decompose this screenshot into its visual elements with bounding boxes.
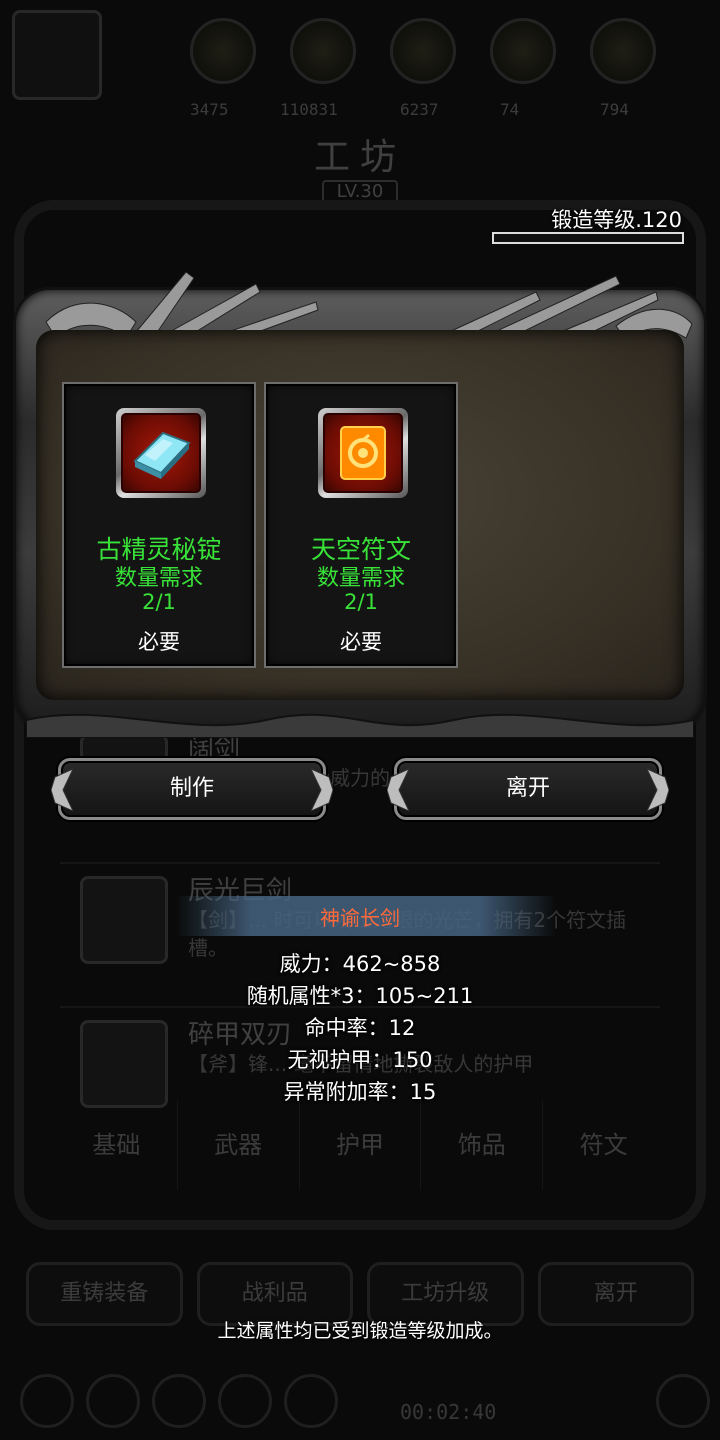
quantity-count: 2/1 [344, 590, 378, 614]
stat-line: 威力：462~858 [279, 952, 441, 976]
forge-level-fill [494, 234, 682, 242]
crafting-panel: 古精灵秘锭 数量需求 2/1 必要 天空符文 数量需求 2/1 必要 [16, 271, 704, 738]
category-tabs: 基础 武器 护甲 饰品 符文 [56, 1100, 664, 1190]
required-label: 必要 [138, 630, 180, 654]
menu-icon [284, 1374, 338, 1428]
resource-value: 794 [600, 100, 629, 119]
resource-value: 110831 [280, 100, 338, 119]
material-card[interactable]: 天空符文 数量需求 2/1 必要 [264, 382, 458, 668]
stat-line: 异常附加率：15 [283, 1080, 437, 1104]
rune-icon [323, 413, 403, 493]
resource-icon [390, 18, 456, 84]
item-name: 神谕长剑 [320, 906, 400, 930]
button-ornament [311, 768, 333, 812]
menu-icon [86, 1374, 140, 1428]
timer: 00:02:40 [400, 1400, 497, 1424]
resource-value: 6237 [400, 100, 439, 119]
craft-button[interactable]: 制作 [51, 758, 333, 820]
menu-icon [152, 1374, 206, 1428]
quantity-count: 2/1 [142, 590, 176, 614]
bottom-bar [0, 1360, 720, 1440]
menu-icon [218, 1374, 272, 1428]
player-avatar [12, 10, 102, 100]
tab-basic: 基础 [56, 1100, 178, 1190]
quantity-label: 数量需求 [114, 566, 203, 591]
tab-armor: 护甲 [300, 1100, 422, 1190]
required-label: 必要 [340, 630, 382, 654]
resource-icon [290, 18, 356, 84]
button-ornament [51, 768, 73, 812]
stat-line: 无视护甲：150 [287, 1048, 433, 1072]
ingot-icon [121, 413, 201, 493]
forge-level-bar [492, 232, 684, 244]
leave-label: 离开 [505, 776, 550, 801]
workshop-title: 工坊 [313, 137, 406, 178]
resource-value: 3475 [190, 100, 229, 119]
resource-icon [590, 18, 656, 84]
quantity-label: 数量需求 [316, 566, 405, 591]
tab-runes: 符文 [579, 1131, 628, 1159]
button-ornament [387, 768, 409, 812]
menu-icon [20, 1374, 74, 1428]
button-ornament [647, 768, 669, 812]
resource-icon [190, 18, 256, 84]
material-card[interactable]: 古精灵秘锭 数量需求 2/1 必要 [62, 382, 256, 668]
material-icon-frame [116, 408, 206, 498]
tab-accessories: 饰品 [421, 1100, 544, 1190]
stat-line: 命中率：12 [304, 1016, 416, 1040]
leave-button[interactable]: 离开 [387, 758, 669, 820]
tab-weapons: 武器 [178, 1100, 300, 1190]
material-icon-frame [318, 408, 408, 498]
stat-line: 随机属性*3：105~211 [246, 984, 474, 1008]
bonus-note: 上述属性均已受到锻造等级加成。 [217, 1320, 503, 1342]
menu-icon [656, 1374, 710, 1428]
craft-label: 制作 [169, 776, 214, 801]
resource-icon [490, 18, 556, 84]
resource-value: 74 [500, 100, 520, 119]
bottom-ornament [26, 713, 694, 738]
forge-level-label: 锻造等级.120 [551, 208, 682, 232]
